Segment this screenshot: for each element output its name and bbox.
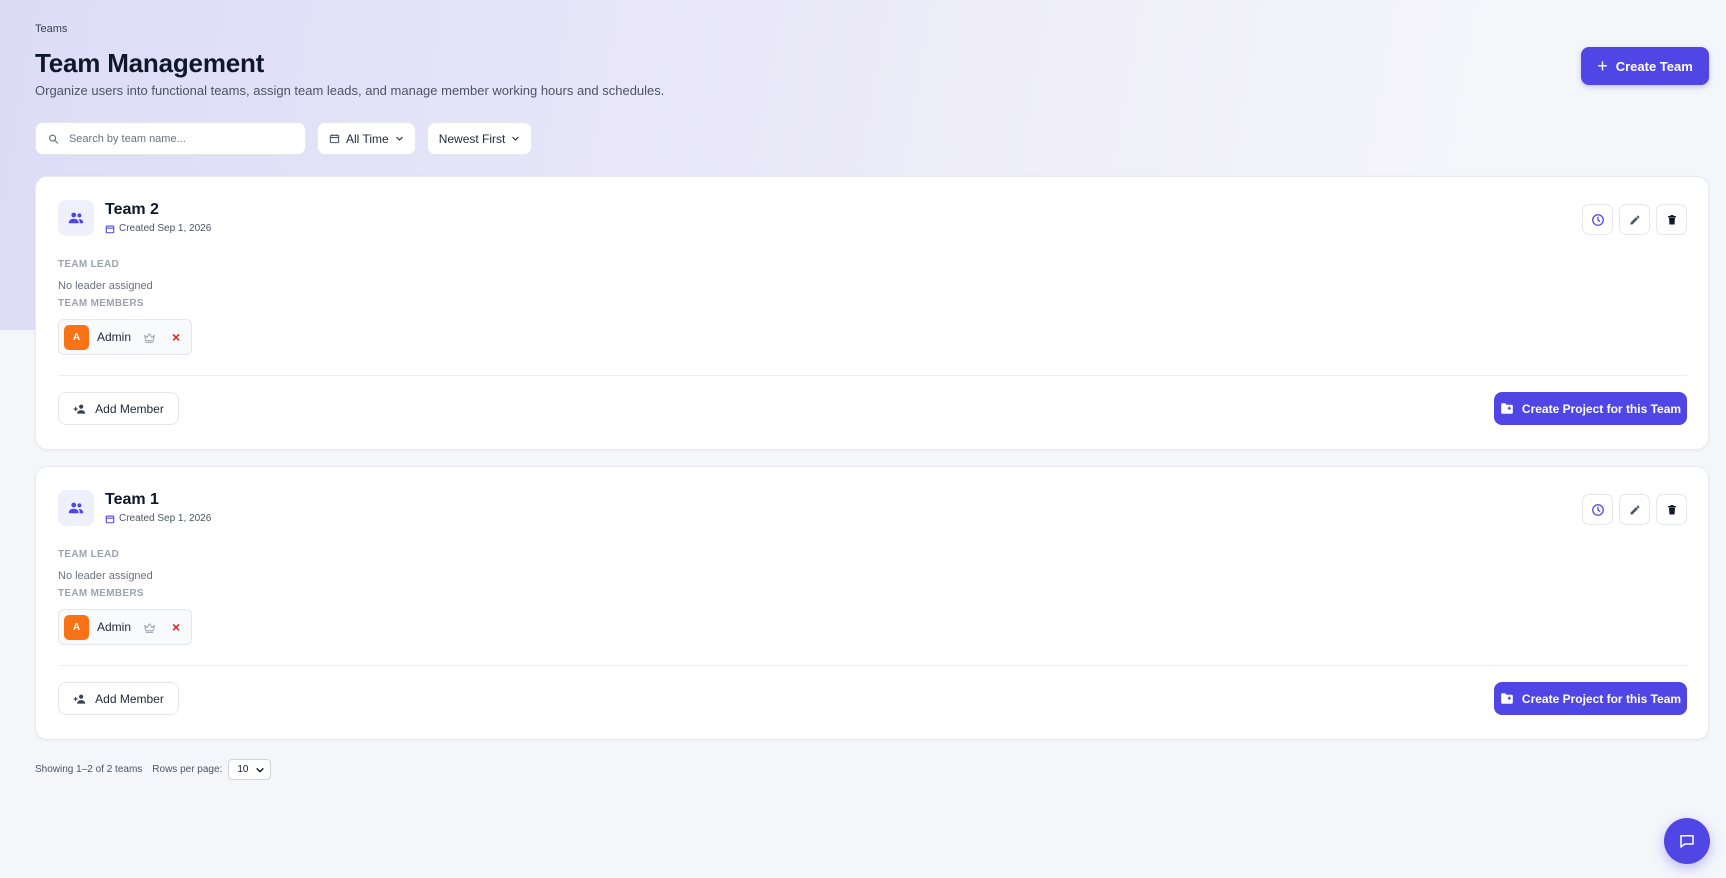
pagination-summary: Showing 1–2 of 2 teams (35, 764, 143, 775)
search-input[interactable] (68, 132, 293, 145)
pencil-icon (1630, 215, 1639, 224)
users-icon (68, 212, 84, 224)
search-icon (49, 134, 59, 144)
sort-label: Newest First (438, 131, 506, 146)
chevron-down-icon (396, 136, 403, 141)
edit-team-button[interactable] (1619, 204, 1650, 235)
create-team-button[interactable]: + Create Team (1581, 47, 1709, 85)
close-icon[interactable]: × (172, 620, 180, 634)
card-divider (58, 665, 1687, 666)
team-lead-value: No leader assigned (58, 570, 153, 582)
pagination: Showing 1–2 of 2 teams Rows per page: 10 (35, 759, 272, 780)
team-card: Team 1 Created Sep 1, 2026 TEAM LEAD No … (35, 466, 1709, 740)
member-chip: A Admin × (58, 609, 192, 645)
create-project-button[interactable]: Create Project for this Team (1494, 682, 1687, 715)
rows-per-page-label: Rows per page: (152, 764, 223, 775)
clock-icon (1591, 503, 1604, 516)
team-lead-value: No leader assigned (58, 280, 153, 292)
page-subtitle: Organize users into functional teams, as… (35, 83, 665, 98)
calendar-icon (105, 515, 115, 523)
clock-icon (1591, 213, 1604, 226)
plus-icon: + (1597, 56, 1608, 76)
crown-icon[interactable] (143, 621, 156, 634)
team-lead-label: TEAM LEAD (58, 259, 120, 270)
folder-plus-icon (1501, 693, 1513, 704)
chat-icon (1680, 835, 1694, 848)
add-member-label: Add Member (95, 691, 164, 706)
card-divider (58, 375, 1687, 376)
add-member-label: Add Member (95, 401, 164, 416)
sort-dropdown[interactable]: Newest First (426, 122, 533, 155)
page-title: Team Management (35, 48, 265, 78)
team-members-label: TEAM MEMBERS (58, 298, 144, 309)
calendar-icon (105, 225, 115, 233)
time-filter-dropdown[interactable]: All Time (317, 122, 416, 155)
team-lead-label: TEAM LEAD (58, 549, 120, 560)
rows-per-page-select[interactable]: 10 (228, 759, 272, 780)
add-member-button[interactable]: Add Member (58, 682, 179, 715)
time-filter-label: All Time (346, 131, 389, 146)
member-chip: A Admin × (58, 319, 192, 355)
pencil-icon (1630, 505, 1639, 514)
schedule-button[interactable] (1582, 494, 1613, 525)
card-actions (1582, 204, 1687, 235)
member-avatar: A (64, 324, 89, 350)
created-text: Created Sep 1, 2026 (119, 513, 212, 524)
create-project-label: Create Project for this Team (1521, 401, 1682, 416)
team-name: Team 2 (105, 201, 159, 218)
team-created-date: Created Sep 1, 2026 (105, 513, 211, 524)
crown-icon[interactable] (143, 331, 156, 344)
rows-per-page-value: 10 (237, 764, 249, 775)
users-icon (68, 502, 84, 514)
team-avatar (58, 490, 94, 526)
delete-team-button[interactable] (1656, 494, 1687, 525)
team-avatar (58, 200, 94, 236)
create-project-button[interactable]: Create Project for this Team (1494, 392, 1687, 425)
team-members-label: TEAM MEMBERS (58, 588, 144, 599)
team-created-date: Created Sep 1, 2026 (105, 223, 211, 234)
add-member-button[interactable]: Add Member (58, 392, 179, 425)
folder-plus-icon (1501, 403, 1513, 414)
search-box[interactable] (35, 122, 306, 155)
created-text: Created Sep 1, 2026 (119, 223, 212, 234)
trash-icon (1667, 504, 1676, 514)
user-plus-icon (73, 694, 86, 704)
member-name: Admin (97, 620, 132, 634)
card-actions (1582, 494, 1687, 525)
member-name: Admin (97, 330, 132, 344)
filter-bar: All Time Newest First (35, 122, 533, 155)
chevron-down-icon (512, 136, 520, 141)
team-card: Team 2 Created Sep 1, 2026 TEAM LEAD No … (35, 176, 1709, 450)
create-project-label: Create Project for this Team (1521, 691, 1682, 706)
user-plus-icon (73, 404, 86, 414)
breadcrumb[interactable]: Teams (35, 23, 67, 35)
create-team-label: Create Team (1615, 58, 1693, 74)
member-avatar: A (64, 614, 89, 640)
team-name: Team 1 (105, 491, 159, 508)
delete-team-button[interactable] (1656, 204, 1687, 235)
edit-team-button[interactable] (1619, 494, 1650, 525)
chevron-down-icon (256, 767, 264, 772)
calendar-icon (329, 134, 340, 144)
trash-icon (1667, 214, 1676, 224)
chat-button[interactable] (1664, 818, 1710, 864)
close-icon[interactable]: × (172, 330, 180, 344)
schedule-button[interactable] (1582, 204, 1613, 235)
